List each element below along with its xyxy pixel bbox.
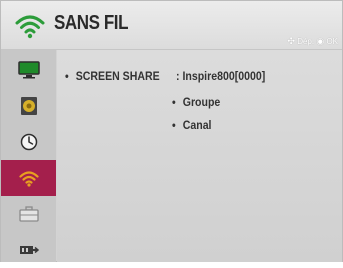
menu-header: SANS FIL ✣ Dép. ◉ OK [1,1,342,50]
move-hint: Dép. [297,37,315,46]
option-groupe-label: Groupe [182,95,221,109]
option-groupe[interactable]: • Groupe [172,95,220,109]
option-canal-label: Canal [182,118,212,132]
navigation-hints: ✣ Dép. ◉ OK [287,36,338,47]
bullet-icon: • [172,118,176,132]
wireless-settings-panel: SANS FIL ✣ Dép. ◉ OK • SCREEN SHARE: In… [0,0,343,262]
wifi-icon [18,170,39,187]
page-title: SANS FIL [54,12,129,34]
sidebar-item-audio[interactable] [1,88,56,124]
option-icon [18,206,39,222]
ok-button-icon: ◉ [316,36,325,46]
sidebar-item-time[interactable] [1,124,56,160]
sidebar [1,50,56,262]
screen-share-label: SCREEN SHARE [75,69,160,83]
move-arrows-icon: ✣ [287,36,295,46]
settings-content: • SCREEN SHARE : Inspire800[0000] • Groupe… [57,50,342,262]
ok-hint: OK [326,37,338,46]
audio-icon [20,97,37,115]
screen-share-value: : Inspire800[0000] [176,69,266,83]
input-icon [19,246,39,254]
option-canal[interactable]: • Canal [172,118,212,132]
bullet-icon: • [172,95,176,109]
bullet-icon: • [65,69,69,83]
sidebar-item-picture[interactable] [1,52,56,88]
picture-icon [17,61,40,79]
clock-icon [20,133,37,151]
sidebar-item-option[interactable] [1,196,56,232]
wifi-icon [15,15,45,39]
sidebar-item-wireless[interactable] [1,160,56,196]
screen-share-row[interactable]: • SCREEN SHARE [65,69,160,83]
sidebar-item-input[interactable] [1,232,56,268]
